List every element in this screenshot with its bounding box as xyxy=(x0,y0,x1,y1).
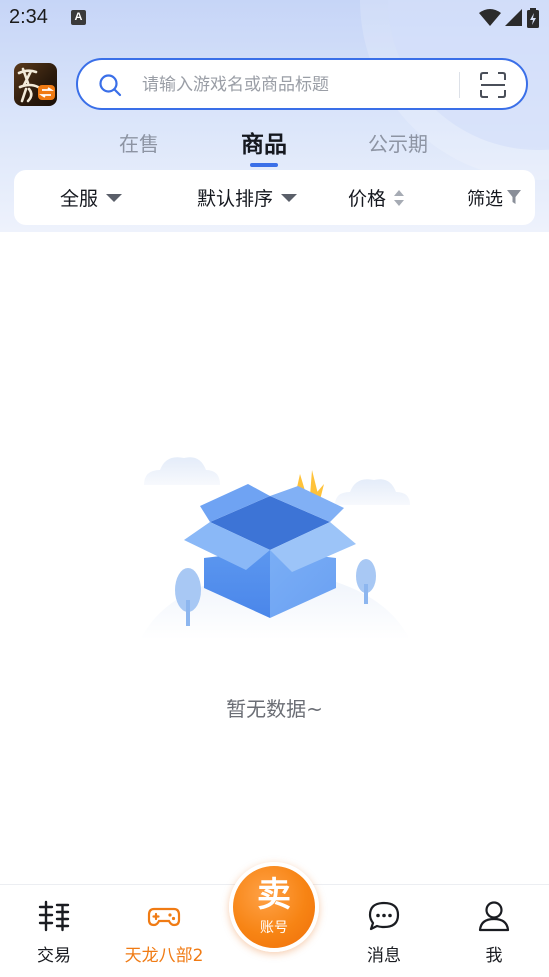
nav-label-game: 天龙八部2 xyxy=(124,946,204,966)
notification-badge: A xyxy=(71,10,86,25)
caret-down-icon xyxy=(106,193,123,202)
empty-box-illustration xyxy=(140,457,410,640)
sell-button-sub-label: 账号 xyxy=(260,920,288,936)
sell-account-button[interactable]: 卖 账号 xyxy=(229,862,319,952)
funnel-icon xyxy=(507,190,521,204)
nav-label-trade: 交易 xyxy=(37,946,71,966)
search-input[interactable] xyxy=(142,72,452,98)
tab-public-period[interactable]: 公示期 xyxy=(368,128,428,157)
game-logo[interactable] xyxy=(14,63,57,106)
status-bar: 2:34 A xyxy=(0,0,549,36)
filter-button[interactable]: 筛选 xyxy=(467,170,521,225)
sort-arrows-icon xyxy=(394,189,405,206)
nav-item-game[interactable]: 天龙八部2 xyxy=(119,885,209,977)
filter-button-label: 筛选 xyxy=(467,188,503,210)
gamepad-icon xyxy=(147,907,181,927)
price-sort-label: 价格 xyxy=(348,188,387,210)
battery-icon xyxy=(527,8,539,28)
nav-label-messages: 消息 xyxy=(367,946,401,966)
tab-on-sale[interactable]: 在售 xyxy=(119,128,159,157)
server-filter[interactable]: 全服 xyxy=(60,170,123,225)
nav-item-trade[interactable]: 交易 xyxy=(9,885,99,977)
search-icon xyxy=(99,74,122,97)
sort-filter-label: 默认排序 xyxy=(197,188,274,210)
trade-icon xyxy=(38,900,70,932)
sell-button-main-label: 卖 xyxy=(257,875,291,915)
game-logo-image xyxy=(14,63,57,106)
sort-filter[interactable]: 默认排序 xyxy=(197,170,298,225)
tab-indicator xyxy=(250,163,278,167)
nav-item-messages[interactable]: 消息 xyxy=(339,885,429,977)
tab-bar: 在售 商品 公示期 xyxy=(0,124,549,168)
status-icons xyxy=(479,8,539,28)
search-divider xyxy=(459,72,460,98)
server-filter-label: 全服 xyxy=(60,188,99,210)
scan-icon[interactable] xyxy=(479,71,507,99)
empty-state-text: 暂无数据~ xyxy=(226,697,323,721)
tab-products[interactable]: 商品 xyxy=(241,125,287,159)
nav-label-me: 我 xyxy=(485,946,503,966)
wifi-icon xyxy=(479,9,501,26)
message-icon xyxy=(368,901,400,931)
status-time: 2:34 xyxy=(9,6,48,28)
nav-item-me[interactable]: 我 xyxy=(449,885,539,977)
search-box[interactable] xyxy=(76,58,528,110)
price-sort[interactable]: 价格 xyxy=(348,170,405,225)
caret-down-icon xyxy=(281,193,298,202)
user-icon xyxy=(478,901,510,932)
filter-bar: 全服 默认排序 价格 筛选 xyxy=(14,170,535,225)
signal-icon xyxy=(505,9,522,26)
